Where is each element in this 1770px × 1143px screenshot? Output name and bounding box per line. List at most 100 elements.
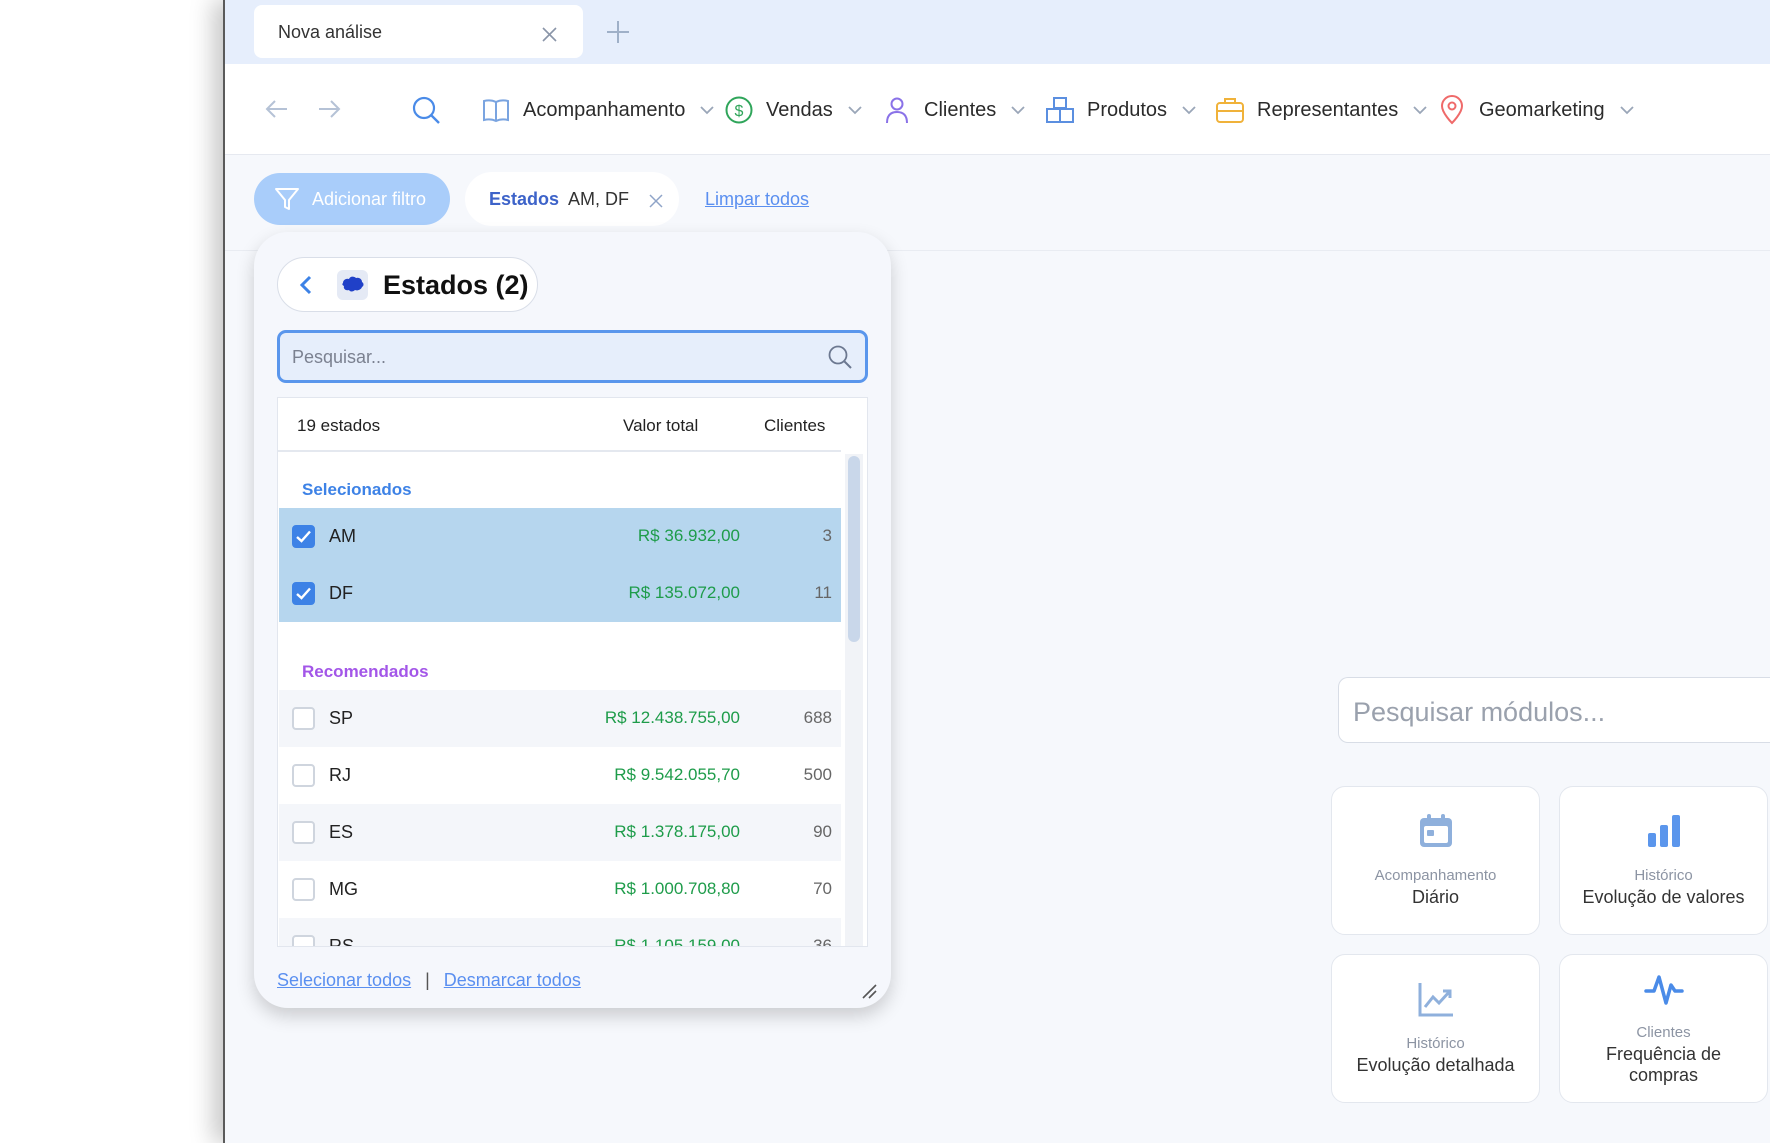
- estado-name: RS: [329, 936, 355, 947]
- calendar-icon: [1420, 814, 1452, 847]
- add-filter-button[interactable]: Adicionar filtro: [254, 173, 450, 225]
- plus-icon[interactable]: [605, 19, 631, 45]
- chevron-down-icon: [848, 106, 862, 115]
- list-item[interactable]: AM R$ 36.932,00 3: [279, 508, 841, 565]
- list-item[interactable]: RJ R$ 9.542.055,70 500: [279, 747, 841, 804]
- estado-valor: R$ 1.000.708,80: [614, 879, 740, 898]
- scrollbar-thumb[interactable]: [848, 456, 860, 642]
- user-icon: [886, 97, 908, 124]
- module-card-diario[interactable]: Acompanhamento Diário: [1331, 786, 1540, 935]
- estado-valor: R$ 135.072,00: [628, 583, 740, 602]
- estado-clientes: 11: [814, 583, 832, 602]
- scrollbar[interactable]: [845, 454, 863, 946]
- close-icon[interactable]: [542, 27, 557, 42]
- module-category: Histórico: [1406, 1035, 1465, 1052]
- list-header: 19 estados Valor total Clientes: [278, 398, 841, 452]
- estados-filter-panel: Estados (2) 19 estados Valor total Clien…: [254, 232, 891, 1008]
- estado-valor: R$ 12.438.755,00: [604, 708, 740, 727]
- list-item[interactable]: ES R$ 1.378.175,00 90: [279, 804, 841, 861]
- panel-header[interactable]: Estados (2): [277, 257, 538, 312]
- module-search-input[interactable]: [1353, 697, 1770, 727]
- module-title: Evolução de valores: [1582, 887, 1745, 907]
- forward-arrow-icon[interactable]: [317, 98, 341, 120]
- checkbox-checked[interactable]: [292, 525, 315, 548]
- chevron-down-icon: [1182, 106, 1196, 115]
- search-icon[interactable]: [827, 344, 853, 370]
- module-title: Diário: [1411, 887, 1459, 907]
- chip-value: AM, DF: [568, 189, 629, 209]
- dollar-circle-icon: $: [725, 96, 753, 124]
- deselect-all-link[interactable]: Desmarcar todos: [444, 970, 581, 990]
- brazil-map-icon: [337, 270, 368, 300]
- section-selecionados: Selecionados: [302, 480, 412, 499]
- estado-valor: R$ 1.378.175,00: [614, 822, 740, 841]
- bar-chart-icon: [1648, 815, 1680, 847]
- estado-clientes: 500: [803, 765, 832, 784]
- list-item[interactable]: DF R$ 135.072,00 11: [279, 565, 841, 622]
- checkbox-unchecked[interactable]: [292, 935, 315, 946]
- pulse-icon: [1644, 975, 1684, 1005]
- estado-name: MG: [329, 879, 358, 899]
- estados-list: 19 estados Valor total Clientes Selecion…: [277, 397, 868, 947]
- tab-bar: Nova análise: [225, 0, 1770, 64]
- checkbox-checked[interactable]: [292, 582, 315, 605]
- column-valor-total[interactable]: Valor total: [623, 416, 698, 436]
- checkbox-unchecked[interactable]: [292, 764, 315, 787]
- panel-title: Estados (2): [383, 270, 529, 300]
- resize-handle-icon[interactable]: [860, 982, 878, 1000]
- list-item[interactable]: MG R$ 1.000.708,80 70: [279, 861, 841, 918]
- chip-key: Estados: [489, 189, 560, 209]
- search-icon[interactable]: [411, 95, 441, 125]
- list-item[interactable]: RS R$ 1.105.159,00 36: [279, 918, 841, 947]
- nav-label: Representantes: [1257, 98, 1399, 121]
- back-arrow-icon[interactable]: [265, 98, 289, 120]
- estado-valor: R$ 9.542.055,70: [614, 765, 740, 784]
- nav-acompanhamento[interactable]: Acompanhamento: [481, 90, 715, 130]
- column-clientes[interactable]: Clientes: [764, 416, 825, 436]
- check-icon: [296, 587, 311, 600]
- module-card-evolucao-valores[interactable]: Histórico Evolução de valores: [1559, 786, 1768, 935]
- close-icon[interactable]: [649, 194, 663, 208]
- book-icon: [483, 99, 509, 123]
- estado-name: AM: [329, 526, 356, 546]
- module-title: Frequência de compras: [1605, 1044, 1722, 1085]
- nav-geomarketing[interactable]: Geomarketing: [1437, 90, 1635, 130]
- checkbox-unchecked[interactable]: [292, 878, 315, 901]
- nav-vendas[interactable]: $ Vendas: [724, 90, 863, 130]
- boxes-icon: [1046, 97, 1074, 123]
- module-search-field[interactable]: [1338, 677, 1770, 743]
- estado-clientes: 688: [803, 708, 832, 727]
- module-card-evolucao-detalhada[interactable]: Histórico Evolução detalhada: [1331, 954, 1540, 1103]
- tab-nova-analise[interactable]: Nova análise: [254, 5, 583, 58]
- chevron-left-icon[interactable]: [296, 274, 316, 296]
- estado-clientes: 90: [813, 822, 832, 841]
- estado-valor: R$ 36.932,00: [637, 526, 740, 545]
- checkbox-unchecked[interactable]: [292, 821, 315, 844]
- filter-chip-estados[interactable]: Estados AM, DF: [465, 172, 679, 226]
- estado-clientes: 3: [822, 526, 832, 545]
- nav-representantes[interactable]: Representantes: [1215, 90, 1428, 130]
- nav-label: Produtos: [1087, 98, 1168, 121]
- nav-produtos[interactable]: Produtos: [1045, 90, 1197, 130]
- select-all-link[interactable]: Selecionar todos: [277, 970, 411, 990]
- footer-separator: |: [425, 970, 430, 990]
- estado-search-field[interactable]: [277, 330, 868, 383]
- clear-all-link[interactable]: Limpar todos: [705, 189, 809, 210]
- list-item[interactable]: SP R$ 12.438.755,00 688: [279, 690, 841, 747]
- chevron-down-icon: [1619, 106, 1634, 115]
- nav-clientes[interactable]: Clientes: [882, 90, 1026, 130]
- estado-name: DF: [329, 583, 353, 603]
- filter-icon: [275, 188, 299, 210]
- estado-search-input[interactable]: [292, 345, 792, 369]
- module-category: Acompanhamento: [1374, 867, 1497, 884]
- estados-count: 19 estados: [297, 416, 381, 435]
- checkbox-unchecked[interactable]: [292, 707, 315, 730]
- estado-name: SP: [329, 708, 354, 728]
- module-category: Clientes: [1636, 1024, 1691, 1041]
- module-card-frequencia-compras[interactable]: Clientes Frequência de compras: [1559, 954, 1768, 1103]
- left-blank-area: [0, 0, 223, 1143]
- trend-chart-icon: [1418, 983, 1453, 1017]
- estado-clientes: 70: [813, 879, 832, 898]
- nav-bar: Acompanhamento $ Vendas Clientes Produto…: [225, 64, 1770, 155]
- add-filter-label: Adicionar filtro: [312, 188, 427, 209]
